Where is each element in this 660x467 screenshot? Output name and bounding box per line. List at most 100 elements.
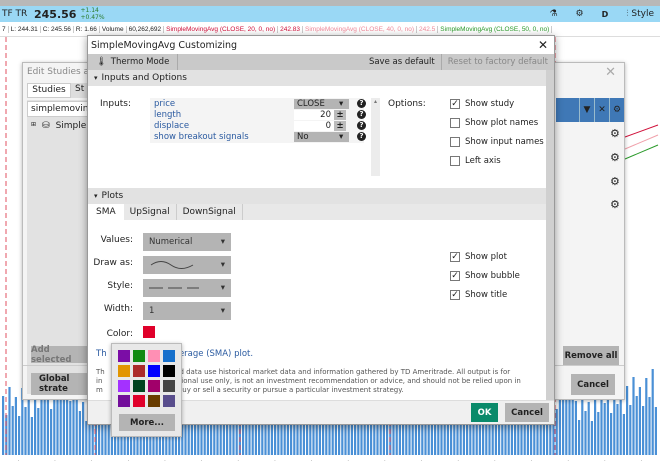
gear-icon[interactable]: ⚙ [609,98,624,122]
color-swatch-option[interactable] [163,350,175,362]
gear-icon[interactable]: ⚙ [610,151,620,164]
color-swatch-option[interactable] [118,395,130,407]
inputs-scrollbar[interactable]: ▴ [371,98,380,176]
reset-factory-default-button[interactable]: Reset to factory default [442,54,554,70]
gear-icon[interactable]: ⚙ [610,127,620,140]
checkbox[interactable] [450,155,460,166]
tab-studies[interactable]: Studies [27,83,71,98]
input-value[interactable]: 20 [294,109,334,120]
checkbox[interactable]: ✓ [450,98,460,109]
width-select[interactable]: 1 ▾ [143,302,231,320]
period-selector[interactable]: D [602,10,609,19]
volume-bar [50,409,53,455]
more-colors-button[interactable]: More... [119,414,175,431]
expand-icon[interactable]: ⊞ [31,121,36,131]
color-swatch-option[interactable] [118,350,130,362]
checkbox-row[interactable]: ✓ Show plot [450,247,520,266]
tab-sma[interactable]: SMA [88,204,124,220]
help-icon[interactable]: ? [357,99,366,108]
checkbox[interactable] [450,136,460,147]
volume-bar [2,396,5,455]
color-swatch-option[interactable] [163,365,175,377]
style-select[interactable]: ▾ [143,279,231,297]
study-search-input[interactable]: simplemovingav [27,101,89,117]
tab-upsignal[interactable]: UpSignal [124,204,177,220]
volume-bar [574,401,577,455]
checkbox-row[interactable]: Left axis [450,151,544,170]
dropdown-icon[interactable]: ▼ [579,98,594,122]
inputs-section-header[interactable]: ▾ Inputs and Options [88,70,546,86]
input-row: length 20 ±? [154,109,374,120]
axis-tick: · [17,457,20,465]
help-icon[interactable]: ? [357,110,366,119]
input-value[interactable]: 0 [294,120,334,131]
style-button[interactable]: ⫶ Style [626,9,654,19]
global-strategy-button[interactable]: Global strate [31,373,89,395]
cancel-button[interactable]: Cancel [505,403,549,422]
gear-icon[interactable]: ⚙ [610,175,620,188]
checkbox[interactable]: ✓ [450,289,460,300]
volume-bar [504,424,507,455]
remove-all-button[interactable]: Remove all [563,346,619,365]
gear-icon[interactable]: ⚙ [576,9,584,19]
color-swatch-option[interactable] [133,365,145,377]
inputs-list: price CLOSE ▾? length 20 ±? displace 0 ±? show br… [154,98,374,142]
volume-bar [587,402,590,455]
color-swatch-option[interactable] [163,395,175,407]
back-cancel-button[interactable]: Cancel [571,374,615,395]
close-icon[interactable]: ✕ [538,38,548,52]
color-swatch-option[interactable] [133,395,145,407]
color-palette-popup: More... [111,343,182,437]
color-swatch-option[interactable] [148,380,160,392]
ok-button[interactable]: OK [471,403,498,422]
volume-bar [635,396,638,455]
input-row: displace 0 ±? [154,120,374,131]
symbol[interactable]: TF TR [2,9,30,19]
flask-icon[interactable]: ⚗ [549,9,557,19]
remove-icon[interactable]: ✕ [594,98,609,122]
checkbox[interactable] [450,117,460,128]
close-icon[interactable]: ✕ [605,65,616,80]
color-swatch-option[interactable] [118,380,130,392]
help-icon[interactable]: ? [357,121,366,130]
dialog-scrollbar[interactable] [546,70,554,400]
stepper-icon[interactable]: ± [334,120,346,131]
color-swatch-option[interactable] [133,380,145,392]
stepper-icon[interactable]: ± [334,109,346,120]
color-swatch-option[interactable] [148,365,160,377]
color-swatch-option[interactable] [148,395,160,407]
thermo-label: Thermo Mode [110,57,170,67]
volume-bar [606,394,609,455]
checkbox-row[interactable]: Show input names [450,132,544,151]
info-item: Volume [100,25,127,33]
checkbox[interactable]: ✓ [450,251,460,262]
plots-section-header[interactable]: ▾ Plots [88,188,546,204]
color-swatch-option[interactable] [163,380,175,392]
color-swatch-option[interactable] [118,365,130,377]
desc-text: Th [96,368,105,376]
checkbox-row[interactable]: Show plot names [450,113,544,132]
values-select[interactable]: Numerical ▾ [143,233,231,251]
checkbox[interactable]: ✓ [450,270,460,281]
tab-downsignal[interactable]: DownSignal [177,204,243,220]
info-item: 7 [0,25,9,33]
checkbox-row[interactable]: ✓ Show bubble [450,266,520,285]
volume-bar [24,407,27,455]
checkbox-row[interactable]: ✓ Show study [450,94,544,113]
sma-line [624,124,659,138]
checkbox-row[interactable]: ✓ Show title [450,285,520,304]
save-as-default-button[interactable]: Save as default [363,54,442,70]
color-swatch[interactable] [143,326,155,338]
axis-tick: · [457,457,460,465]
color-swatch-option[interactable] [148,350,160,362]
gear-icon[interactable]: ⚙ [610,198,620,211]
options-label: Options: [388,99,426,109]
thermo-mode-button[interactable]: 🌡 Thermo Mode [88,54,179,70]
list-item[interactable]: ⊞ ⛁ SimpleM [31,121,94,131]
draw-as-select[interactable]: ▾ [143,256,231,274]
add-selected-button[interactable]: Add selected [31,345,89,365]
color-swatch-option[interactable] [133,350,145,362]
help-icon[interactable]: ? [357,132,366,141]
selected-study-row[interactable]: ▼ ✕ ⚙ [556,98,624,122]
axis-tick: · [273,457,276,465]
